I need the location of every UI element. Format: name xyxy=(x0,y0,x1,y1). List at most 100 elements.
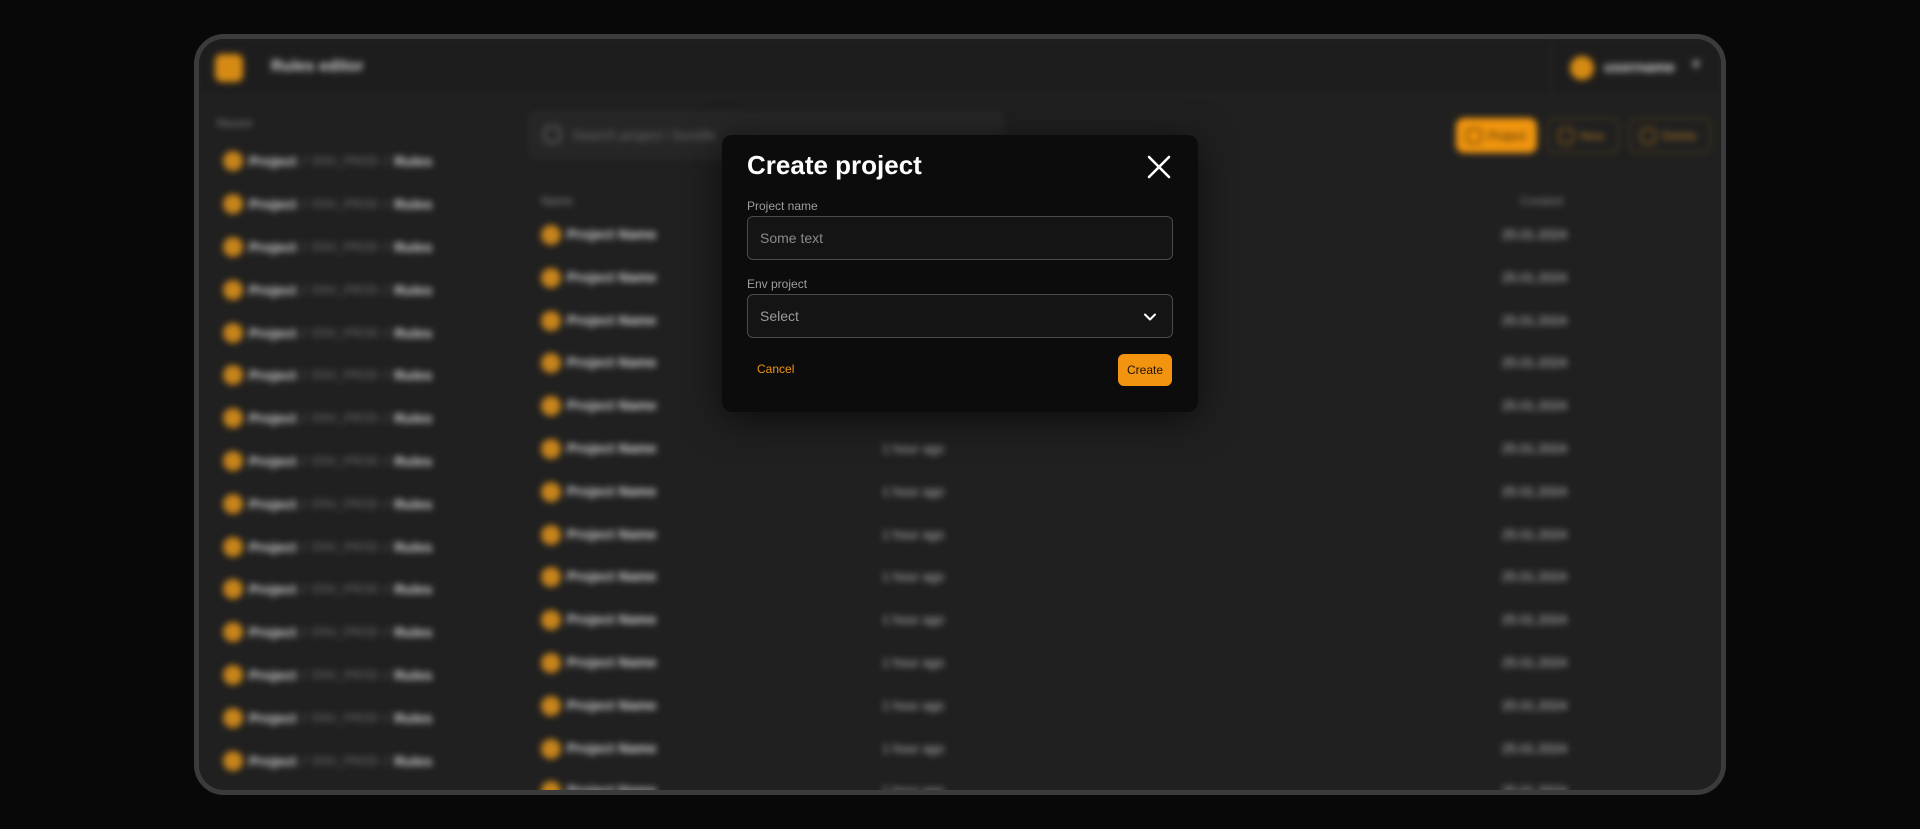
table-row[interactable]: Project Name 1 hour ago 25.01.2024 xyxy=(519,775,1721,795)
column-header-name: Name xyxy=(541,194,574,208)
row-created: 25.01.2024 xyxy=(1502,269,1568,285)
row-created: 25.01.2024 xyxy=(1502,697,1568,713)
cube-icon xyxy=(541,353,561,374)
table-row[interactable]: Project Name 1 hour ago 25.01.2024 xyxy=(519,519,1721,562)
row-name: Project Name xyxy=(567,268,657,285)
sidebar-item-env: ENV_PROD xyxy=(312,239,379,254)
cube-icon xyxy=(541,267,561,288)
sidebar-item[interactable]: Project / ENV_PROD / Rules xyxy=(223,482,432,525)
breadcrumb-separator: / xyxy=(384,324,389,341)
project-name-label: Project name xyxy=(747,199,818,213)
row-created: 25.01.2024 xyxy=(1502,526,1568,542)
sidebar-item-env: ENV_PROD xyxy=(312,753,379,768)
sidebar-item[interactable]: Project / ENV_PROD / Rules xyxy=(223,226,432,269)
row-name: Project Name xyxy=(567,311,657,328)
row-updated: 1 hour ago xyxy=(882,783,945,795)
table-row[interactable]: Project Name 1 hour ago 25.01.2024 xyxy=(519,733,1721,776)
sidebar-item-env: ENV_PROD xyxy=(312,154,379,169)
breadcrumb-separator: / xyxy=(384,752,389,769)
breadcrumb-separator: / xyxy=(384,624,389,641)
user-menu[interactable]: username ▼ xyxy=(1551,39,1721,96)
env-select-value: Select xyxy=(760,308,799,324)
row-updated: 1 hour ago xyxy=(882,612,945,628)
close-icon[interactable] xyxy=(1146,154,1172,180)
breadcrumb-separator: / xyxy=(384,666,389,683)
cube-icon xyxy=(223,536,243,557)
breadcrumb-separator: / xyxy=(302,624,307,641)
new-button-label: New xyxy=(1580,128,1605,143)
sidebar-item[interactable]: Project / ENV_PROD / Rules xyxy=(223,611,432,654)
delete-button[interactable]: Delete xyxy=(1629,118,1711,153)
new-button[interactable]: New xyxy=(1547,118,1619,153)
row-updated: 1 hour ago xyxy=(882,569,945,585)
cube-icon xyxy=(223,450,243,471)
project-button[interactable]: Project xyxy=(1456,118,1537,153)
search-icon xyxy=(544,126,561,143)
table-row[interactable]: Project Name 1 hour ago 25.01.2024 xyxy=(519,690,1721,733)
table-row[interactable]: Project Name 1 hour ago 25.01.2024 xyxy=(519,561,1721,604)
sidebar-item-env: ENV_PROD xyxy=(312,667,379,682)
create-button[interactable]: Create xyxy=(1118,354,1172,386)
cube-icon xyxy=(541,396,561,417)
row-name: Project Name xyxy=(567,439,657,456)
breadcrumb-separator: / xyxy=(302,153,307,170)
sidebar-heading: Recent xyxy=(217,118,252,130)
sidebar-item-env: ENV_PROD xyxy=(312,325,379,340)
sidebar-item-project: Project xyxy=(249,153,297,170)
sidebar: Recent Project / ENV_PROD / Rules Project / ENV… xyxy=(199,96,519,790)
table-row[interactable]: Project Name 1 hour ago 25.01.2024 xyxy=(519,433,1721,476)
folder-icon xyxy=(1558,127,1574,144)
chevron-down-icon: ▼ xyxy=(1689,56,1703,72)
table-row[interactable]: Project Name 1 hour ago 25.01.2024 xyxy=(519,604,1721,647)
breadcrumb-separator: / xyxy=(302,324,307,341)
sidebar-item-env: ENV_PROD xyxy=(312,197,379,212)
sidebar-item-project: Project xyxy=(249,495,297,512)
breadcrumb-separator: / xyxy=(302,238,307,255)
row-created: 25.01.2024 xyxy=(1502,740,1568,756)
breadcrumb-separator: / xyxy=(384,495,389,512)
sidebar-item[interactable]: Project / ENV_PROD / Rules xyxy=(223,311,432,354)
breadcrumb-separator: / xyxy=(384,410,389,427)
sidebar-item[interactable]: Project / ENV_PROD / Rules xyxy=(223,354,432,397)
row-name: Project Name xyxy=(567,611,657,628)
breadcrumb-separator: / xyxy=(384,452,389,469)
row-updated: 1 hour ago xyxy=(882,697,945,713)
sidebar-item[interactable]: Project / ENV_PROD / Rules xyxy=(223,525,432,568)
sidebar-item-env: ENV_PROD xyxy=(312,710,379,725)
project-name-field[interactable] xyxy=(747,216,1173,260)
table-row[interactable]: Project Name 1 hour ago 25.01.2024 xyxy=(519,647,1721,690)
sidebar-item-project: Project xyxy=(249,410,297,427)
sidebar-item[interactable]: Project / ENV_PROD / Rules xyxy=(223,654,432,697)
sidebar-item[interactable]: Project / ENV_PROD / Rules xyxy=(223,739,432,782)
row-created: 25.01.2024 xyxy=(1502,312,1568,328)
breadcrumb-separator: / xyxy=(302,367,307,384)
cube-icon xyxy=(223,493,243,514)
row-name: Project Name xyxy=(567,568,657,585)
cube-icon xyxy=(541,225,561,245)
sidebar-item[interactable]: Project / ENV_PROD / Rules xyxy=(223,140,432,183)
sidebar-item[interactable]: Project / ENV_PROD / Rules xyxy=(223,268,432,311)
sidebar-item-rules: Rules xyxy=(394,324,433,341)
sidebar-item-env: ENV_PROD xyxy=(312,496,379,511)
sidebar-item[interactable]: Project / ENV_PROD / Rules xyxy=(223,568,432,611)
sidebar-item[interactable]: Project / ENV_PROD / Rules xyxy=(223,696,432,739)
cancel-button[interactable]: Cancel xyxy=(757,362,794,376)
table-row[interactable]: Project Name 1 hour ago 25.01.2024 xyxy=(519,476,1721,519)
sidebar-list: Project / ENV_PROD / Rules Project / ENV_PROD / R… xyxy=(223,140,432,782)
cube-icon xyxy=(541,310,561,331)
cube-icon xyxy=(223,622,243,643)
sidebar-item[interactable]: Project / ENV_PROD / Rules xyxy=(223,397,432,440)
sidebar-item-project: Project xyxy=(249,752,297,769)
sidebar-item[interactable]: Project / ENV_PROD / Rules xyxy=(223,440,432,483)
env-project-select[interactable]: Select xyxy=(747,294,1173,338)
chevron-down-icon xyxy=(1144,313,1156,321)
breadcrumb-separator: / xyxy=(384,581,389,598)
cube-icon xyxy=(541,695,561,716)
row-name: Project Name xyxy=(567,226,657,242)
sidebar-item[interactable]: Project / ENV_PROD / Rules xyxy=(223,183,432,226)
sidebar-item-project: Project xyxy=(249,367,297,384)
create-project-dialog: Create project Project name Env project … xyxy=(722,135,1198,412)
pencil-icon xyxy=(1640,127,1656,144)
breadcrumb-separator: / xyxy=(302,410,307,427)
cube-icon xyxy=(223,151,243,172)
